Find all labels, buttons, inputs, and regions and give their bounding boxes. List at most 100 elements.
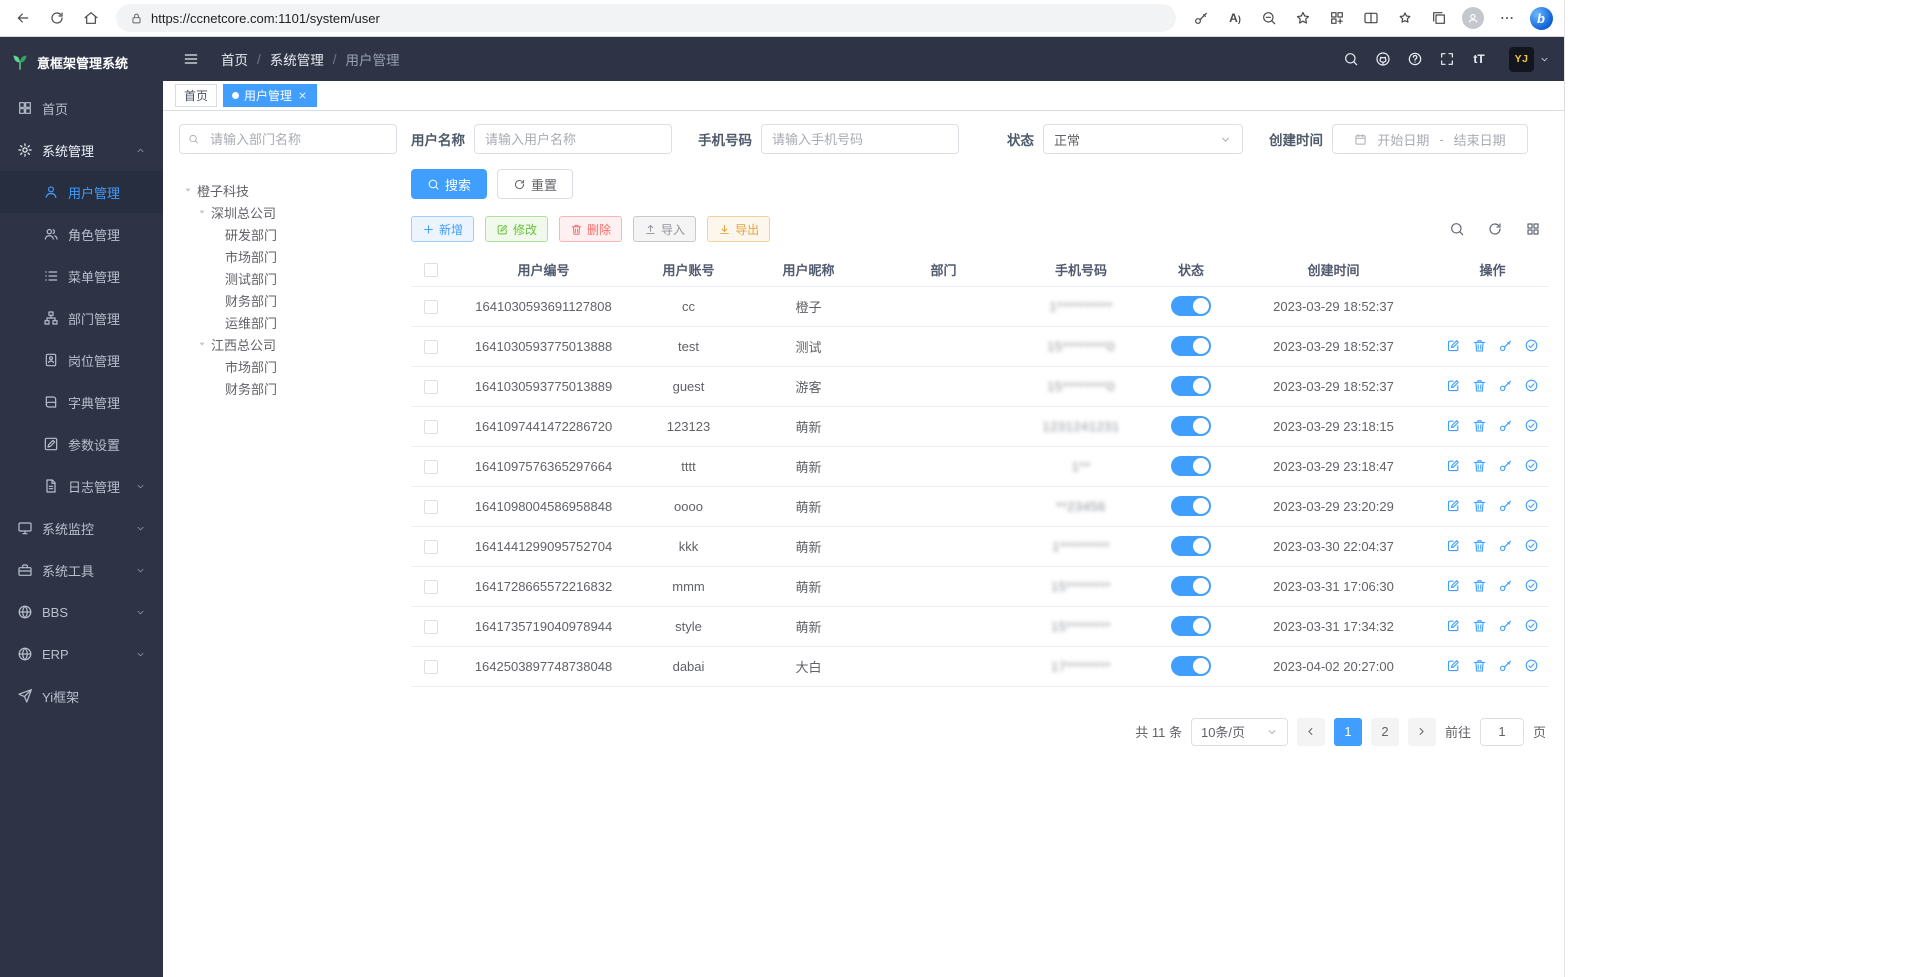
row-checkbox[interactable]: [424, 340, 438, 354]
status-toggle[interactable]: [1171, 496, 1211, 516]
status-toggle[interactable]: [1171, 536, 1211, 556]
tree-node[interactable]: 江西总公司: [179, 333, 397, 355]
tree-node[interactable]: 市场部门: [179, 245, 397, 267]
favorites-button[interactable]: [1286, 3, 1320, 33]
close-icon[interactable]: [297, 90, 308, 101]
split-screen-button[interactable]: [1354, 3, 1388, 33]
collections-button[interactable]: [1422, 3, 1456, 33]
edit-row-button[interactable]: [1446, 378, 1462, 394]
reset-password-button[interactable]: [1498, 338, 1514, 354]
github-button[interactable]: [1369, 45, 1397, 73]
reset-password-button[interactable]: [1498, 538, 1514, 554]
search-button[interactable]: [1337, 45, 1365, 73]
page-size-select[interactable]: 10条/页: [1191, 718, 1288, 746]
delete-row-button[interactable]: [1472, 578, 1488, 594]
status-toggle[interactable]: [1171, 656, 1211, 676]
reset-password-button[interactable]: [1498, 578, 1514, 594]
tab-item-0[interactable]: 首页: [175, 84, 217, 107]
tree-node[interactable]: 研发部门: [179, 223, 397, 245]
sidebar-item-dict-mgmt[interactable]: 字典管理: [0, 381, 163, 423]
delete-row-button[interactable]: [1472, 618, 1488, 634]
import-button[interactable]: 导入: [633, 216, 696, 242]
row-checkbox[interactable]: [424, 660, 438, 674]
username-input[interactable]: [474, 124, 672, 154]
add-button[interactable]: 新增: [411, 216, 474, 242]
reset-password-button[interactable]: [1498, 418, 1514, 434]
page-1-button[interactable]: 1: [1334, 718, 1362, 746]
dept-search-input[interactable]: [179, 124, 397, 154]
status-toggle[interactable]: [1171, 576, 1211, 596]
modify-button[interactable]: 修改: [485, 216, 548, 242]
prev-page-button[interactable]: [1297, 718, 1325, 746]
key-button[interactable]: [1184, 3, 1218, 33]
sidebar-item-role-mgmt[interactable]: 角色管理: [0, 213, 163, 255]
toggle-search-button[interactable]: [1446, 218, 1468, 240]
status-toggle[interactable]: [1171, 456, 1211, 476]
sidebar-item-menu-mgmt[interactable]: 菜单管理: [0, 255, 163, 297]
back-arrow-button[interactable]: [6, 3, 40, 33]
sidebar-item-home[interactable]: 首页: [0, 87, 163, 129]
reset-password-button[interactable]: [1498, 658, 1514, 674]
tree-node[interactable]: 运维部门: [179, 311, 397, 333]
tree-node[interactable]: 深圳总公司: [179, 201, 397, 223]
reset-password-button[interactable]: [1498, 498, 1514, 514]
assign-role-button[interactable]: [1524, 418, 1540, 434]
edit-row-button[interactable]: [1446, 578, 1462, 594]
row-checkbox[interactable]: [424, 300, 438, 314]
edit-row-button[interactable]: [1446, 658, 1462, 674]
next-page-button[interactable]: [1408, 718, 1436, 746]
assign-role-button[interactable]: [1524, 658, 1540, 674]
copilot-button[interactable]: b: [1524, 3, 1558, 33]
phone-input[interactable]: [761, 124, 959, 154]
sidebar-item-param-settings[interactable]: 参数设置: [0, 423, 163, 465]
assign-role-button[interactable]: [1524, 378, 1540, 394]
tree-node[interactable]: 测试部门: [179, 267, 397, 289]
delete-row-button[interactable]: [1472, 498, 1488, 514]
edit-row-button[interactable]: [1446, 498, 1462, 514]
fullscreen-button[interactable]: [1433, 45, 1461, 73]
delete-button[interactable]: 删除: [559, 216, 622, 242]
delete-row-button[interactable]: [1472, 458, 1488, 474]
sidebar-item-system[interactable]: 系统管理: [0, 129, 163, 171]
breadcrumb-item[interactable]: 首页: [221, 49, 248, 69]
reset-password-button[interactable]: [1498, 618, 1514, 634]
search-button[interactable]: 搜索: [411, 169, 487, 199]
edit-row-button[interactable]: [1446, 458, 1462, 474]
sidebar-item-post-mgmt[interactable]: 岗位管理: [0, 339, 163, 381]
assign-role-button[interactable]: [1524, 618, 1540, 634]
favorites-bar-button[interactable]: [1388, 3, 1422, 33]
sidebar-item-log-mgmt[interactable]: 日志管理: [0, 465, 163, 507]
tab-item-1[interactable]: 用户管理: [223, 84, 317, 107]
row-checkbox[interactable]: [424, 620, 438, 634]
tree-node[interactable]: 财务部门: [179, 377, 397, 399]
read-aloud-button[interactable]: A): [1218, 3, 1252, 33]
sidebar-item-dept-mgmt[interactable]: 部门管理: [0, 297, 163, 339]
row-checkbox[interactable]: [424, 500, 438, 514]
sidebar-item-bbs[interactable]: BBS: [0, 591, 163, 633]
caret-down-icon[interactable]: [181, 184, 195, 196]
row-checkbox[interactable]: [424, 540, 438, 554]
status-select[interactable]: 正常: [1043, 124, 1243, 154]
row-checkbox[interactable]: [424, 420, 438, 434]
status-toggle[interactable]: [1171, 416, 1211, 436]
assign-role-button[interactable]: [1524, 458, 1540, 474]
refresh-button[interactable]: [40, 3, 74, 33]
font-size-button[interactable]: tT: [1465, 45, 1493, 73]
edit-row-button[interactable]: [1446, 418, 1462, 434]
sidebar-item-monitor[interactable]: 系统监控: [0, 507, 163, 549]
delete-row-button[interactable]: [1472, 378, 1488, 394]
tree-node[interactable]: 橙子科技: [179, 179, 397, 201]
sidebar-item-tools[interactable]: 系统工具: [0, 549, 163, 591]
zoom-button[interactable]: [1252, 3, 1286, 33]
assign-role-button[interactable]: [1524, 338, 1540, 354]
extensions-button[interactable]: [1320, 3, 1354, 33]
sidebar-item-erp[interactable]: ERP: [0, 633, 163, 675]
caret-down-icon[interactable]: [195, 338, 209, 350]
sidebar-item-yi-framework[interactable]: Yi框架: [0, 675, 163, 717]
goto-page-input[interactable]: [1480, 718, 1524, 746]
user-avatar[interactable]: YJ: [1509, 47, 1550, 72]
row-checkbox[interactable]: [424, 460, 438, 474]
delete-row-button[interactable]: [1472, 538, 1488, 554]
delete-row-button[interactable]: [1472, 658, 1488, 674]
edit-row-button[interactable]: [1446, 618, 1462, 634]
